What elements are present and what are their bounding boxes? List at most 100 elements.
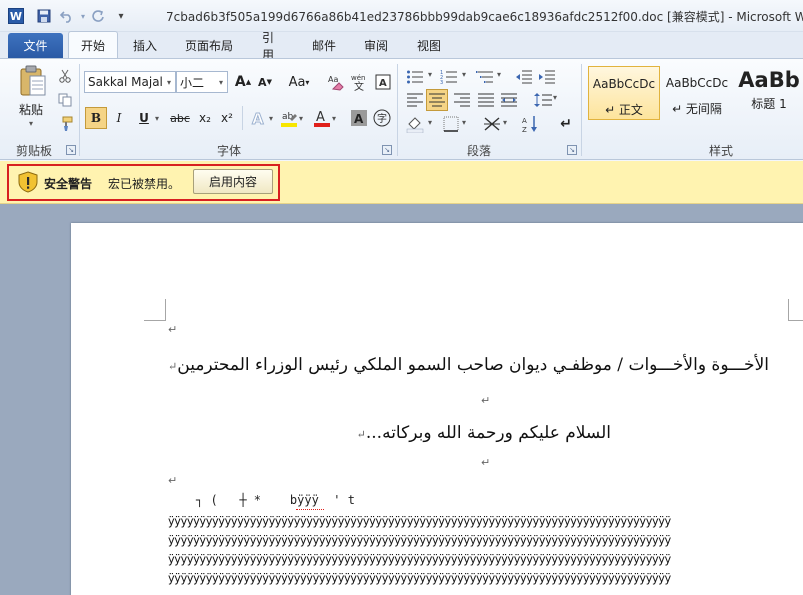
increase-indent-icon[interactable] [536,66,558,88]
borders-icon[interactable] [440,113,462,135]
chinese-layout-icon[interactable] [481,113,503,135]
character-border-icon[interactable]: A [372,71,394,93]
numbering-dropdown-icon[interactable]: ▾ [462,70,466,79]
character-shading-icon[interactable]: A [348,107,370,129]
greeting-text: الأخـــوة والأخـــوات / موظفـي ديوان صاح… [177,355,769,375]
italic-button[interactable]: I [108,107,130,129]
font-launcher-icon[interactable]: ↘ [382,145,392,155]
ribbon-separator [397,64,398,156]
superscript-button[interactable]: x² [216,107,238,129]
paste-icon[interactable] [18,64,48,98]
svg-text:wén: wén [351,74,365,82]
copy-icon[interactable] [54,89,76,111]
font-group-label: 字体 [217,144,242,158]
svg-text:A: A [316,110,325,125]
bold-button[interactable]: B [85,107,107,129]
style-heading-1[interactable]: AaBb 标题 1 [735,66,803,120]
styles-group-label: 样式 [709,144,734,158]
bullets-dropdown-icon[interactable]: ▾ [428,70,432,79]
chevron-down-icon: ▾ [166,77,171,87]
tab-home[interactable]: 开始 [68,33,118,58]
style-heading-1-name: 标题 1 [751,97,787,111]
margin-corner-mark [788,299,803,321]
underline-button[interactable]: U [133,107,155,129]
svg-text:A: A [354,112,364,126]
font-color-icon[interactable]: A [311,107,333,129]
svg-text:A: A [379,78,387,89]
shading-icon[interactable] [404,113,426,135]
clipboard-launcher-icon[interactable]: ↘ [66,145,76,155]
tab-view[interactable]: 视图 [405,33,453,58]
save-icon[interactable] [35,7,53,25]
justify-icon[interactable] [475,89,497,111]
underline-dropdown-icon[interactable]: ▾ [155,114,159,123]
paragraph-launcher-icon[interactable]: ↘ [567,145,577,155]
garbled-row[interactable]: ÿÿÿÿÿÿÿÿÿÿÿÿÿÿÿÿÿÿÿÿÿÿÿÿÿÿÿÿÿÿÿÿÿÿÿÿÿÿÿÿ… [168,515,790,528]
tab-insert[interactable]: 插入 [121,33,169,58]
tab-review[interactable]: 审阅 [352,33,400,58]
line-spacing-dropdown-icon[interactable]: ▾ [553,93,557,102]
garbled-text-line[interactable]: ┐ ( ┼ * bÿÿÿ ' t [196,493,355,507]
font-name-value: Sakkal Majal [88,75,163,89]
change-case-button[interactable]: Aa ▾ [285,71,313,93]
paste-button[interactable]: 粘贴 [19,101,43,118]
font-color-dropdown-icon[interactable]: ▾ [332,114,336,123]
enclose-characters-icon[interactable]: 字 [371,107,393,129]
tab-page-layout[interactable]: 页面布局 [172,33,246,58]
greeting-line[interactable]: الأخـــوة والأخـــوات / موظفـي ديوان صاح… [168,355,769,375]
highlight-dropdown-icon[interactable]: ▾ [299,114,303,123]
strikethrough-button[interactable]: abc [167,107,193,129]
ribbon-separator [581,64,582,156]
paste-dropdown-icon[interactable]: ▾ [29,119,33,128]
align-center-icon[interactable] [426,89,448,111]
text-effects-icon[interactable]: A [248,107,270,129]
sort-icon[interactable]: AZ [520,113,542,135]
tab-mailings[interactable]: 邮件 [300,33,348,58]
show-marks-icon[interactable]: ↵ [555,113,577,135]
style-heading-1-sample: AaBb [738,68,800,92]
format-painter-icon[interactable] [54,113,76,135]
align-left-icon[interactable] [404,89,426,111]
distributed-icon[interactable] [498,89,520,111]
paragraph-group-label: 段落 [467,144,492,158]
bullets-icon[interactable] [404,66,426,88]
subscript-button[interactable]: x₂ [194,107,216,129]
shading-dropdown-icon[interactable]: ▾ [428,118,432,127]
paragraph-mark: ↵ [481,456,491,469]
salutation-line[interactable]: السلام عليكم ورحمة الله وبركاته...↵ [357,423,611,443]
line-spacing-icon[interactable] [532,89,554,111]
svg-text:3: 3 [440,80,443,85]
style-no-spacing-name: ↵ 无间隔 [672,102,722,116]
numbering-icon[interactable]: 123 [438,66,460,88]
word-app-icon[interactable]: W [8,8,24,24]
tab-file[interactable]: 文件 [8,33,63,58]
highlight-icon[interactable]: ab [278,107,300,129]
svg-text:Aa: Aa [328,75,338,84]
svg-text:Z: Z [522,126,527,133]
customize-quick-access-icon[interactable]: ▾ [112,7,130,25]
tab-references[interactable]: 引用 [250,31,296,62]
chinese-layout-dropdown-icon[interactable]: ▾ [503,118,507,127]
style-normal-sample: AaBbCcDc [592,77,656,91]
grow-font-button[interactable]: A ▲ [232,71,254,93]
garbled-row[interactable]: ÿÿÿÿÿÿÿÿÿÿÿÿÿÿÿÿÿÿÿÿÿÿÿÿÿÿÿÿÿÿÿÿÿÿÿÿÿÿÿÿ… [168,572,790,585]
decrease-indent-icon[interactable] [513,66,535,88]
paragraph-mark: ↵ [168,323,178,336]
enable-content-button[interactable]: 启用内容 [193,169,273,194]
redo-icon[interactable] [89,7,107,25]
shrink-font-button[interactable]: A ▼ [254,71,276,93]
garbled-row[interactable]: ÿÿÿÿÿÿÿÿÿÿÿÿÿÿÿÿÿÿÿÿÿÿÿÿÿÿÿÿÿÿÿÿÿÿÿÿÿÿÿÿ… [168,553,790,566]
multilevel-list-icon[interactable] [474,66,496,88]
clear-formatting-icon[interactable]: Aa [325,71,347,93]
multilevel-dropdown-icon[interactable]: ▾ [497,70,501,79]
phonetic-guide-icon[interactable]: wén 文 [349,71,371,93]
garbled-row[interactable]: ÿÿÿÿÿÿÿÿÿÿÿÿÿÿÿÿÿÿÿÿÿÿÿÿÿÿÿÿÿÿÿÿÿÿÿÿÿÿÿÿ… [168,534,790,547]
cut-icon[interactable] [54,65,76,87]
style-no-spacing[interactable]: AaBbCcDc ↵ 无间隔 [661,66,733,120]
font-size-select[interactable]: 小二 ▾ [176,71,228,93]
text-effects-dropdown-icon[interactable]: ▾ [269,114,273,123]
font-name-select[interactable]: Sakkal Majal ▾ [84,71,176,93]
borders-dropdown-icon[interactable]: ▾ [462,118,466,127]
align-right-icon[interactable] [451,89,473,111]
style-normal[interactable]: AaBbCcDc ↵ 正文 [588,66,660,120]
